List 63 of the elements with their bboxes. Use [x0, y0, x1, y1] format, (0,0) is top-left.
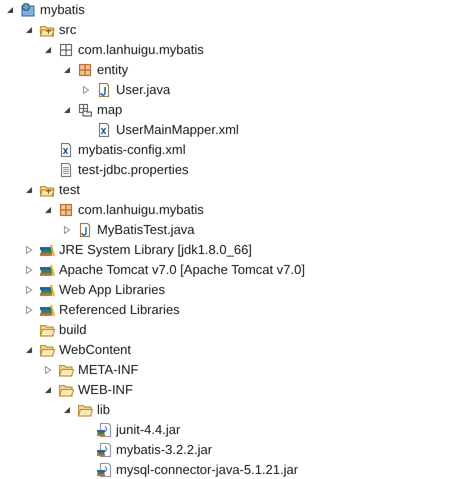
- collapse-arrow-icon[interactable]: [44, 386, 52, 394]
- tree-item-label[interactable]: map: [97, 100, 122, 120]
- project-icon: [20, 2, 36, 18]
- collapse-arrow-icon[interactable]: [63, 66, 71, 74]
- tree-item-label[interactable]: entity: [97, 60, 128, 80]
- tree-item-label[interactable]: MyBatisTest.java: [97, 220, 195, 240]
- collapse-arrow-icon[interactable]: [44, 46, 52, 54]
- tree-item-label[interactable]: junit-4.4.jar: [116, 420, 180, 440]
- tree-item-label[interactable]: src: [59, 20, 76, 40]
- folder-icon: [39, 322, 55, 338]
- tree-item-label[interactable]: com.lanhuigu.mybatis: [78, 40, 204, 60]
- expand-arrow-icon[interactable]: [25, 286, 33, 294]
- java-file-icon: [77, 222, 93, 238]
- package-folder-icon: [77, 102, 93, 118]
- tree-item-label[interactable]: JRE System Library [jdk1.8.0_66]: [59, 240, 252, 260]
- folder-icon: [58, 382, 74, 398]
- tree-item-label[interactable]: Referenced Libraries: [59, 300, 180, 320]
- package-icon: [77, 62, 93, 78]
- tree-item-label[interactable]: UserMainMapper.xml: [116, 120, 239, 140]
- tree-item-label[interactable]: WEB-INF: [78, 380, 133, 400]
- collapse-arrow-icon[interactable]: [63, 406, 71, 414]
- tree-item-label[interactable]: mysql-connector-java-5.1.21.jar: [116, 460, 298, 479]
- collapse-arrow-icon[interactable]: [6, 6, 14, 14]
- folder-icon: [77, 402, 93, 418]
- tree-item-label[interactable]: Web App Libraries: [59, 280, 165, 300]
- expand-arrow-icon[interactable]: [25, 246, 33, 254]
- java-file-icon: [96, 82, 112, 98]
- expand-arrow-icon[interactable]: [82, 86, 90, 94]
- books-icon: [39, 282, 55, 298]
- jar-file-icon: [96, 422, 112, 438]
- collapse-arrow-icon[interactable]: [25, 346, 33, 354]
- expand-arrow-icon[interactable]: [25, 306, 33, 314]
- expand-arrow-icon[interactable]: [63, 226, 71, 234]
- text-file-icon: [58, 162, 74, 178]
- tree-item-label[interactable]: META-INF: [78, 360, 138, 380]
- collapse-arrow-icon[interactable]: [63, 106, 71, 114]
- tree-item-label[interactable]: mybatis-3.2.2.jar: [116, 440, 212, 460]
- folder-icon: [39, 342, 55, 358]
- tree-item-label[interactable]: build: [59, 320, 86, 340]
- tree-item-label[interactable]: mybatis: [40, 0, 85, 20]
- collapse-arrow-icon[interactable]: [25, 186, 33, 194]
- tree-item-label[interactable]: Apache Tomcat v7.0 [Apache Tomcat v7.0]: [59, 260, 305, 280]
- expand-arrow-icon[interactable]: [44, 366, 52, 374]
- tree-item-label[interactable]: WebContent: [59, 340, 132, 360]
- tree-item-label[interactable]: mybatis-config.xml: [78, 140, 186, 160]
- books-icon: [39, 242, 55, 258]
- tree-item-label[interactable]: test-jdbc.properties: [78, 160, 189, 180]
- books-icon: [39, 302, 55, 318]
- collapse-arrow-icon[interactable]: [25, 26, 33, 34]
- xml-file-icon: [96, 122, 112, 138]
- package-icon: [58, 42, 74, 58]
- jar-file-icon: [96, 462, 112, 478]
- tree-item-label[interactable]: lib: [97, 400, 110, 420]
- collapse-arrow-icon[interactable]: [44, 206, 52, 214]
- package-icon: [58, 202, 74, 218]
- xml-file-icon: [58, 142, 74, 158]
- jar-file-icon: [96, 442, 112, 458]
- tree-item-label[interactable]: com.lanhuigu.mybatis: [78, 200, 204, 220]
- folder-icon: [58, 362, 74, 378]
- tree-item-label[interactable]: test: [59, 180, 80, 200]
- tree-item-label[interactable]: User.java: [116, 80, 170, 100]
- books-icon: [39, 262, 55, 278]
- expand-arrow-icon[interactable]: [25, 266, 33, 274]
